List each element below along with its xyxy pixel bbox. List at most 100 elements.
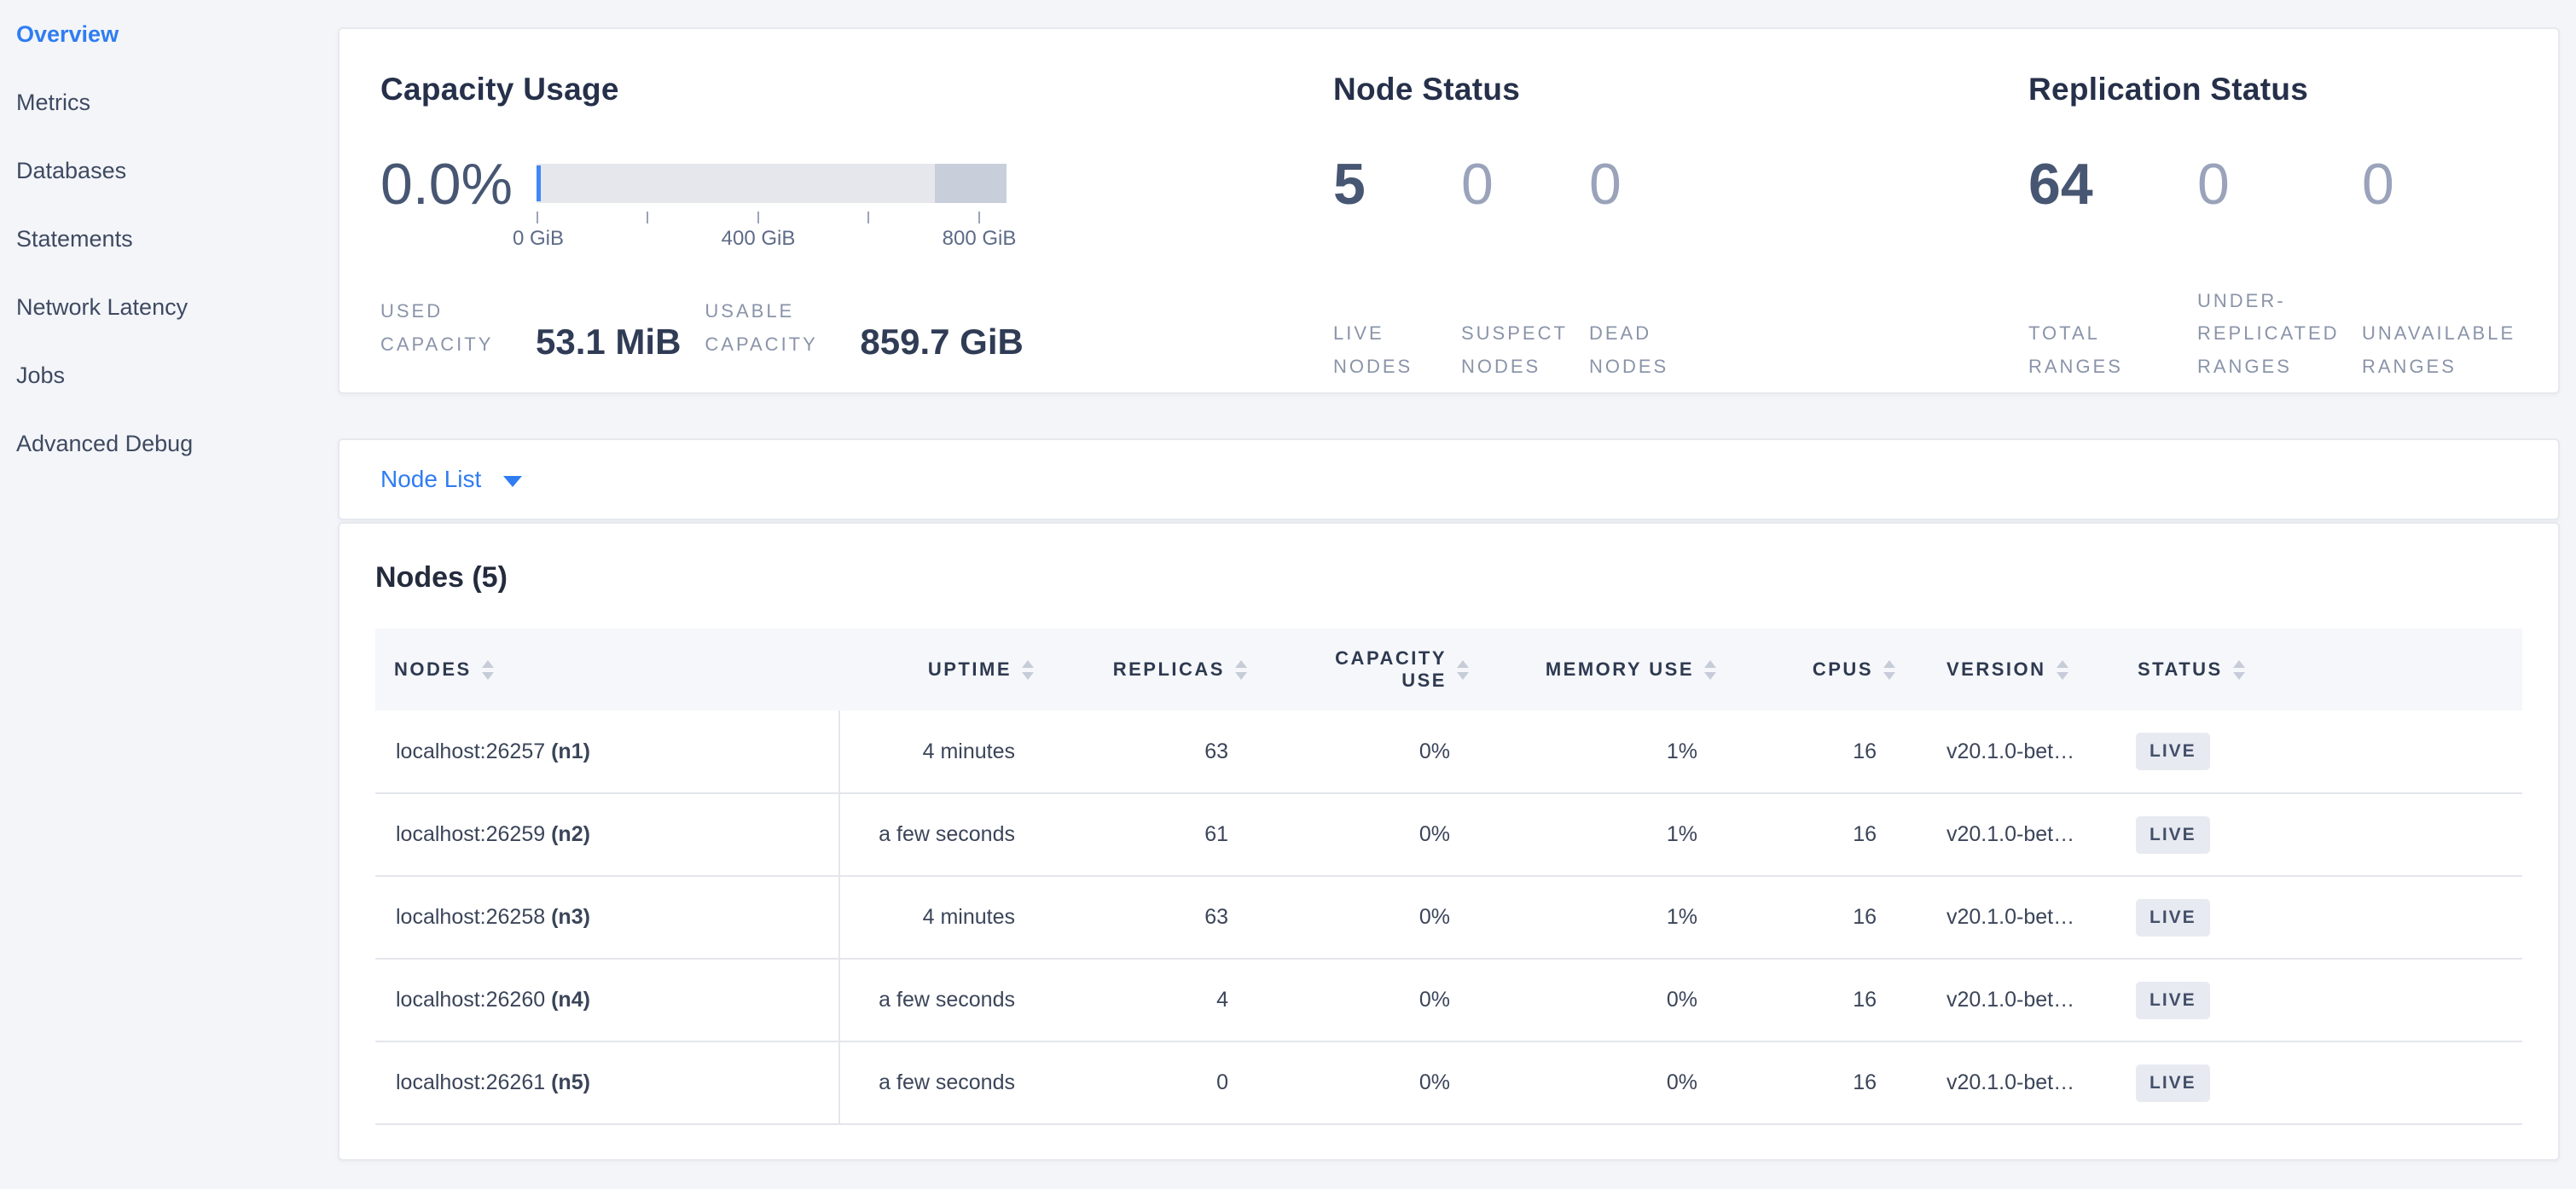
dead-nodes-value: 0	[1589, 154, 1726, 214]
uptime-cell: 4 minutes	[839, 876, 1053, 959]
sidebar-item-metrics[interactable]: Metrics	[0, 68, 338, 136]
under-replicated-ranges-stat: 0 Under-Replicated Ranges	[2197, 154, 2362, 383]
sidebar-item-databases[interactable]: Databases	[0, 136, 338, 205]
column-header-cpus[interactable]: CPUs	[1735, 629, 1914, 710]
sort-icon	[1883, 660, 1895, 680]
capacity-gauge-bar	[537, 164, 1007, 203]
column-header-nodes-label: Nodes	[394, 658, 472, 681]
node-address-link[interactable]: localhost:26258 (n3)	[396, 905, 590, 929]
live-nodes-stat: 5 Live Nodes	[1333, 154, 1461, 383]
chevron-down-icon	[503, 476, 522, 487]
unavailable-ranges-value: 0	[2362, 154, 2558, 214]
capacity-gauge-ticks	[537, 203, 1007, 223]
node-address-link[interactable]: localhost:26257 (n1)	[396, 740, 590, 763]
capacity-use-cell: 0%	[1266, 959, 1488, 1041]
node-id: (n2)	[551, 822, 590, 846]
column-header-replicas[interactable]: Replicas	[1053, 629, 1266, 710]
sidebar-item-jobs[interactable]: Jobs	[0, 341, 338, 409]
table-row-node-n4: localhost:26260 (n4) a few seconds 4 0% …	[375, 959, 2522, 1041]
table-row-node-n1: localhost:26257 (n1) 4 minutes 63 0% 1% …	[375, 710, 2522, 793]
column-header-nodes[interactable]: Nodes	[375, 629, 839, 710]
node-status-title: Node Status	[1333, 72, 2028, 107]
capacity-use-cell: 0%	[1266, 876, 1488, 959]
node-list-dropdown[interactable]: Node List	[380, 466, 522, 493]
node-address: localhost:26261	[396, 1070, 545, 1094]
version-cell: v20.1.0-bet…	[1914, 710, 2119, 793]
capacity-gauge-chart: 0 GiB 400 GiB 800 GiB	[537, 164, 1007, 252]
nodes-table-panel: Nodes (5) Nodes Uptime Re	[338, 522, 2560, 1161]
sort-icon	[482, 660, 494, 680]
used-capacity-label: Used Capacity	[380, 295, 527, 361]
sidebar-item-advanced-debug[interactable]: Advanced Debug	[0, 409, 338, 478]
view-selector-panel: Node List	[338, 438, 2560, 520]
node-id: (n5)	[551, 1070, 590, 1094]
node-id: (n3)	[551, 905, 590, 929]
version-cell: v20.1.0-bet…	[1914, 793, 2119, 876]
sidebar-item-statements[interactable]: Statements	[0, 205, 338, 273]
used-capacity-stat: Used Capacity 53.1 MiB	[380, 295, 681, 361]
cluster-summary-panel: Capacity Usage 0.0% 0 GiB 400 Gi	[338, 27, 2560, 394]
cpus-cell: 16	[1735, 1041, 1914, 1124]
node-address-link[interactable]: localhost:26261 (n5)	[396, 1070, 590, 1094]
replicas-cell: 0	[1053, 1041, 1266, 1124]
column-header-cpus-label: CPUs	[1813, 658, 1873, 681]
page: Overview Metrics Databases Statements Ne…	[0, 0, 2576, 1189]
column-header-memory-use[interactable]: Memory Use	[1488, 629, 1735, 710]
capacity-gauge-axis-labels: 0 GiB 400 GiB 800 GiB	[537, 227, 1007, 252]
capacity-use-cell: 0%	[1266, 710, 1488, 793]
under-replicated-ranges-value: 0	[2197, 154, 2362, 214]
node-address: localhost:26260	[396, 988, 545, 1012]
cpus-cell: 16	[1735, 710, 1914, 793]
status-badge: LIVE	[2136, 982, 2210, 1019]
capacity-stats: Used Capacity 53.1 MiB Usable Capacity 8…	[380, 295, 1333, 361]
uptime-cell: a few seconds	[839, 959, 1053, 1041]
sidebar-item-network-latency[interactable]: Network Latency	[0, 273, 338, 341]
node-status-stats: 5 Live Nodes 0 Suspect Nodes 0 Dead Node…	[1333, 154, 2028, 383]
column-header-capacity-use[interactable]: Capacity Use	[1266, 629, 1488, 710]
capacity-use-cell: 0%	[1266, 1041, 1488, 1124]
suspect-nodes-value: 0	[1461, 154, 1589, 214]
memory-use-cell: 1%	[1488, 793, 1735, 876]
node-id: (n1)	[551, 740, 590, 763]
uptime-cell: a few seconds	[839, 793, 1053, 876]
sort-icon	[2233, 660, 2245, 680]
suspect-nodes-stat: 0 Suspect Nodes	[1461, 154, 1589, 383]
column-header-replicas-label: Replicas	[1113, 658, 1225, 681]
column-header-capacity-use-label: Capacity Use	[1319, 647, 1447, 692]
under-replicated-ranges-label: Under-Replicated Ranges	[2197, 285, 2349, 384]
used-capacity-value: 53.1 MiB	[536, 323, 681, 361]
total-ranges-label: Total Ranges	[2028, 317, 2148, 383]
status-badge: LIVE	[2136, 816, 2210, 854]
node-address: localhost:26258	[396, 905, 545, 929]
nodes-heading: Nodes (5)	[375, 561, 2522, 594]
node-address-link[interactable]: localhost:26260 (n4)	[396, 988, 590, 1012]
replicas-cell: 61	[1053, 793, 1266, 876]
memory-use-cell: 0%	[1488, 1041, 1735, 1124]
live-nodes-value: 5	[1333, 154, 1461, 214]
capacity-usage-title: Capacity Usage	[380, 72, 1333, 107]
column-header-uptime[interactable]: Uptime	[839, 629, 1053, 710]
memory-use-cell: 1%	[1488, 876, 1735, 959]
sidebar-item-overview[interactable]: Overview	[0, 0, 338, 68]
capacity-gauge-reserved-segment	[935, 164, 1007, 203]
total-ranges-value: 64	[2028, 154, 2197, 214]
memory-use-cell: 1%	[1488, 710, 1735, 793]
table-row-node-n5: localhost:26261 (n5) a few seconds 0 0% …	[375, 1041, 2522, 1124]
cpus-cell: 16	[1735, 793, 1914, 876]
uptime-cell: 4 minutes	[839, 710, 1053, 793]
suspect-nodes-label: Suspect Nodes	[1461, 317, 1574, 383]
column-header-version[interactable]: Version	[1914, 629, 2119, 710]
node-address-link[interactable]: localhost:26259 (n2)	[396, 822, 590, 846]
cpus-cell: 16	[1735, 959, 1914, 1041]
axis-label-400gib: 400 GiB	[722, 227, 796, 251]
replication-status-title: Replication Status	[2028, 72, 2558, 107]
node-id: (n4)	[551, 988, 590, 1012]
cpus-cell: 16	[1735, 876, 1914, 959]
node-status-section: Node Status 5 Live Nodes 0 Suspect Nodes…	[1333, 72, 2028, 392]
total-ranges-stat: 64 Total Ranges	[2028, 154, 2197, 383]
version-cell: v20.1.0-bet…	[1914, 959, 2119, 1041]
axis-label-0gib: 0 GiB	[513, 227, 564, 251]
column-header-status[interactable]: Status	[2119, 629, 2522, 710]
replication-stats: 64 Total Ranges 0 Under-Replicated Range…	[2028, 154, 2558, 383]
replicas-cell: 63	[1053, 710, 1266, 793]
